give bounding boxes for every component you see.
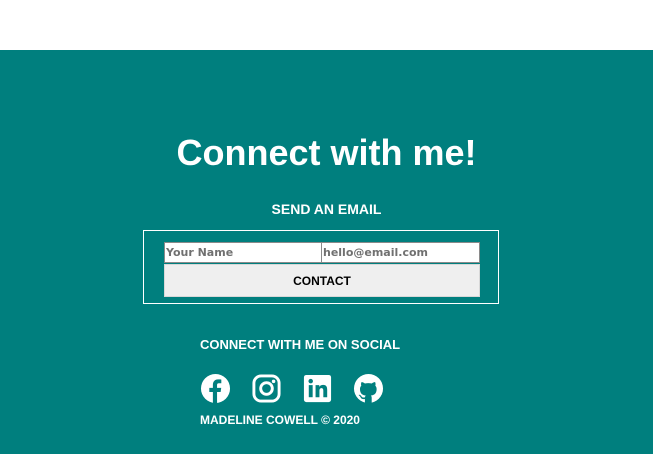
contact-button[interactable]: CONTACT — [164, 264, 480, 297]
section-heading: Connect with me! — [176, 132, 477, 173]
top-strip — [0, 0, 653, 50]
contact-section: Connect with me! SEND AN EMAIL CONTACT C… — [0, 50, 653, 454]
email-input[interactable] — [321, 242, 480, 263]
linkedin-icon[interactable] — [302, 373, 333, 404]
instagram-icon[interactable] — [251, 373, 282, 404]
contact-form: CONTACT — [143, 230, 499, 304]
copyright-text: MADELINE COWELL © 2020 — [200, 413, 360, 427]
github-icon[interactable] — [353, 373, 384, 404]
social-heading: CONNECT WITH ME ON SOCIAL — [200, 337, 401, 352]
name-input[interactable] — [164, 242, 322, 263]
facebook-icon[interactable] — [200, 373, 231, 404]
social-icons — [200, 373, 384, 404]
send-email-heading: SEND AN EMAIL — [271, 201, 382, 217]
